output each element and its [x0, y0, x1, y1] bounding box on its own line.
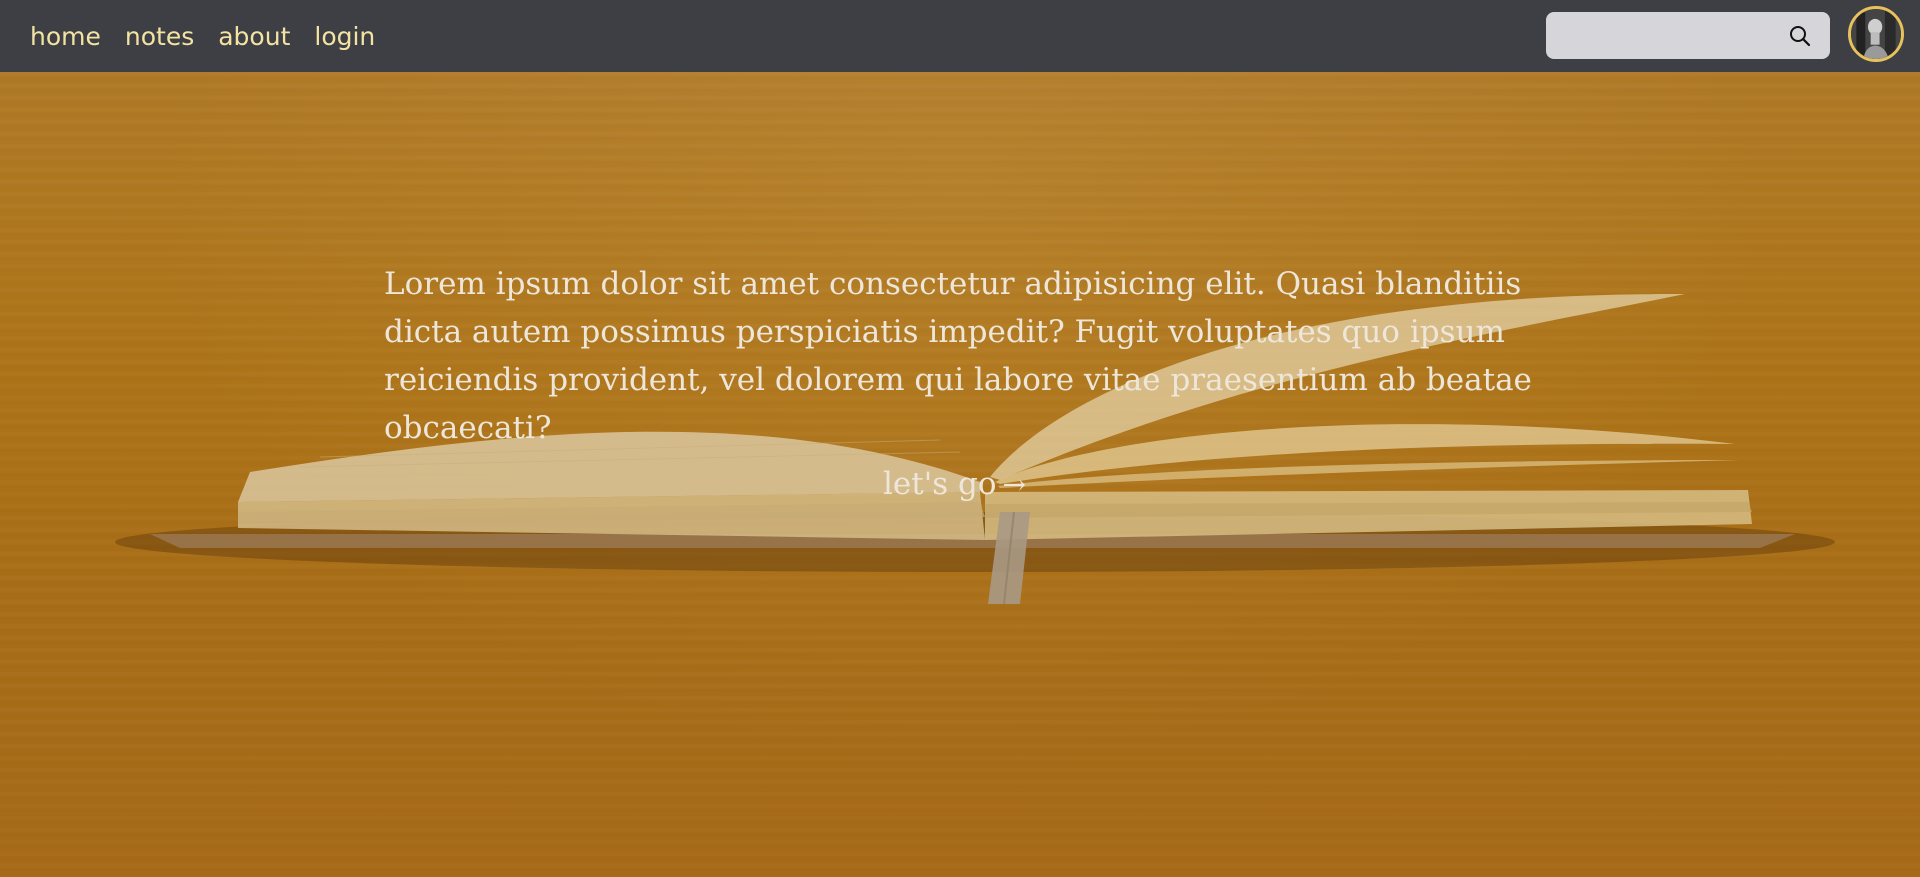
hero-text: Lorem ipsum dolor sit amet consectetur a…	[384, 266, 1532, 446]
search-input[interactable]	[1560, 14, 1784, 57]
lets-go-button[interactable]: let's go →	[883, 466, 1026, 502]
nav-link-home[interactable]: home	[30, 22, 101, 51]
avatar-photo-icon	[1851, 9, 1901, 59]
nav-link-about[interactable]: about	[218, 22, 290, 51]
nav-link-notes[interactable]: notes	[125, 22, 194, 51]
user-avatar[interactable]	[1848, 6, 1904, 62]
top-navbar: home notes about login	[0, 0, 1920, 72]
page: home notes about login Lorem ipsum dolor…	[0, 0, 1920, 877]
nav-links: home notes about login	[30, 0, 375, 72]
arrow-right-icon: →	[1002, 467, 1026, 501]
search-box	[1546, 12, 1830, 59]
lets-go-label: let's go	[883, 466, 997, 502]
search-icon[interactable]	[1788, 24, 1812, 48]
nav-link-login[interactable]: login	[314, 22, 375, 51]
